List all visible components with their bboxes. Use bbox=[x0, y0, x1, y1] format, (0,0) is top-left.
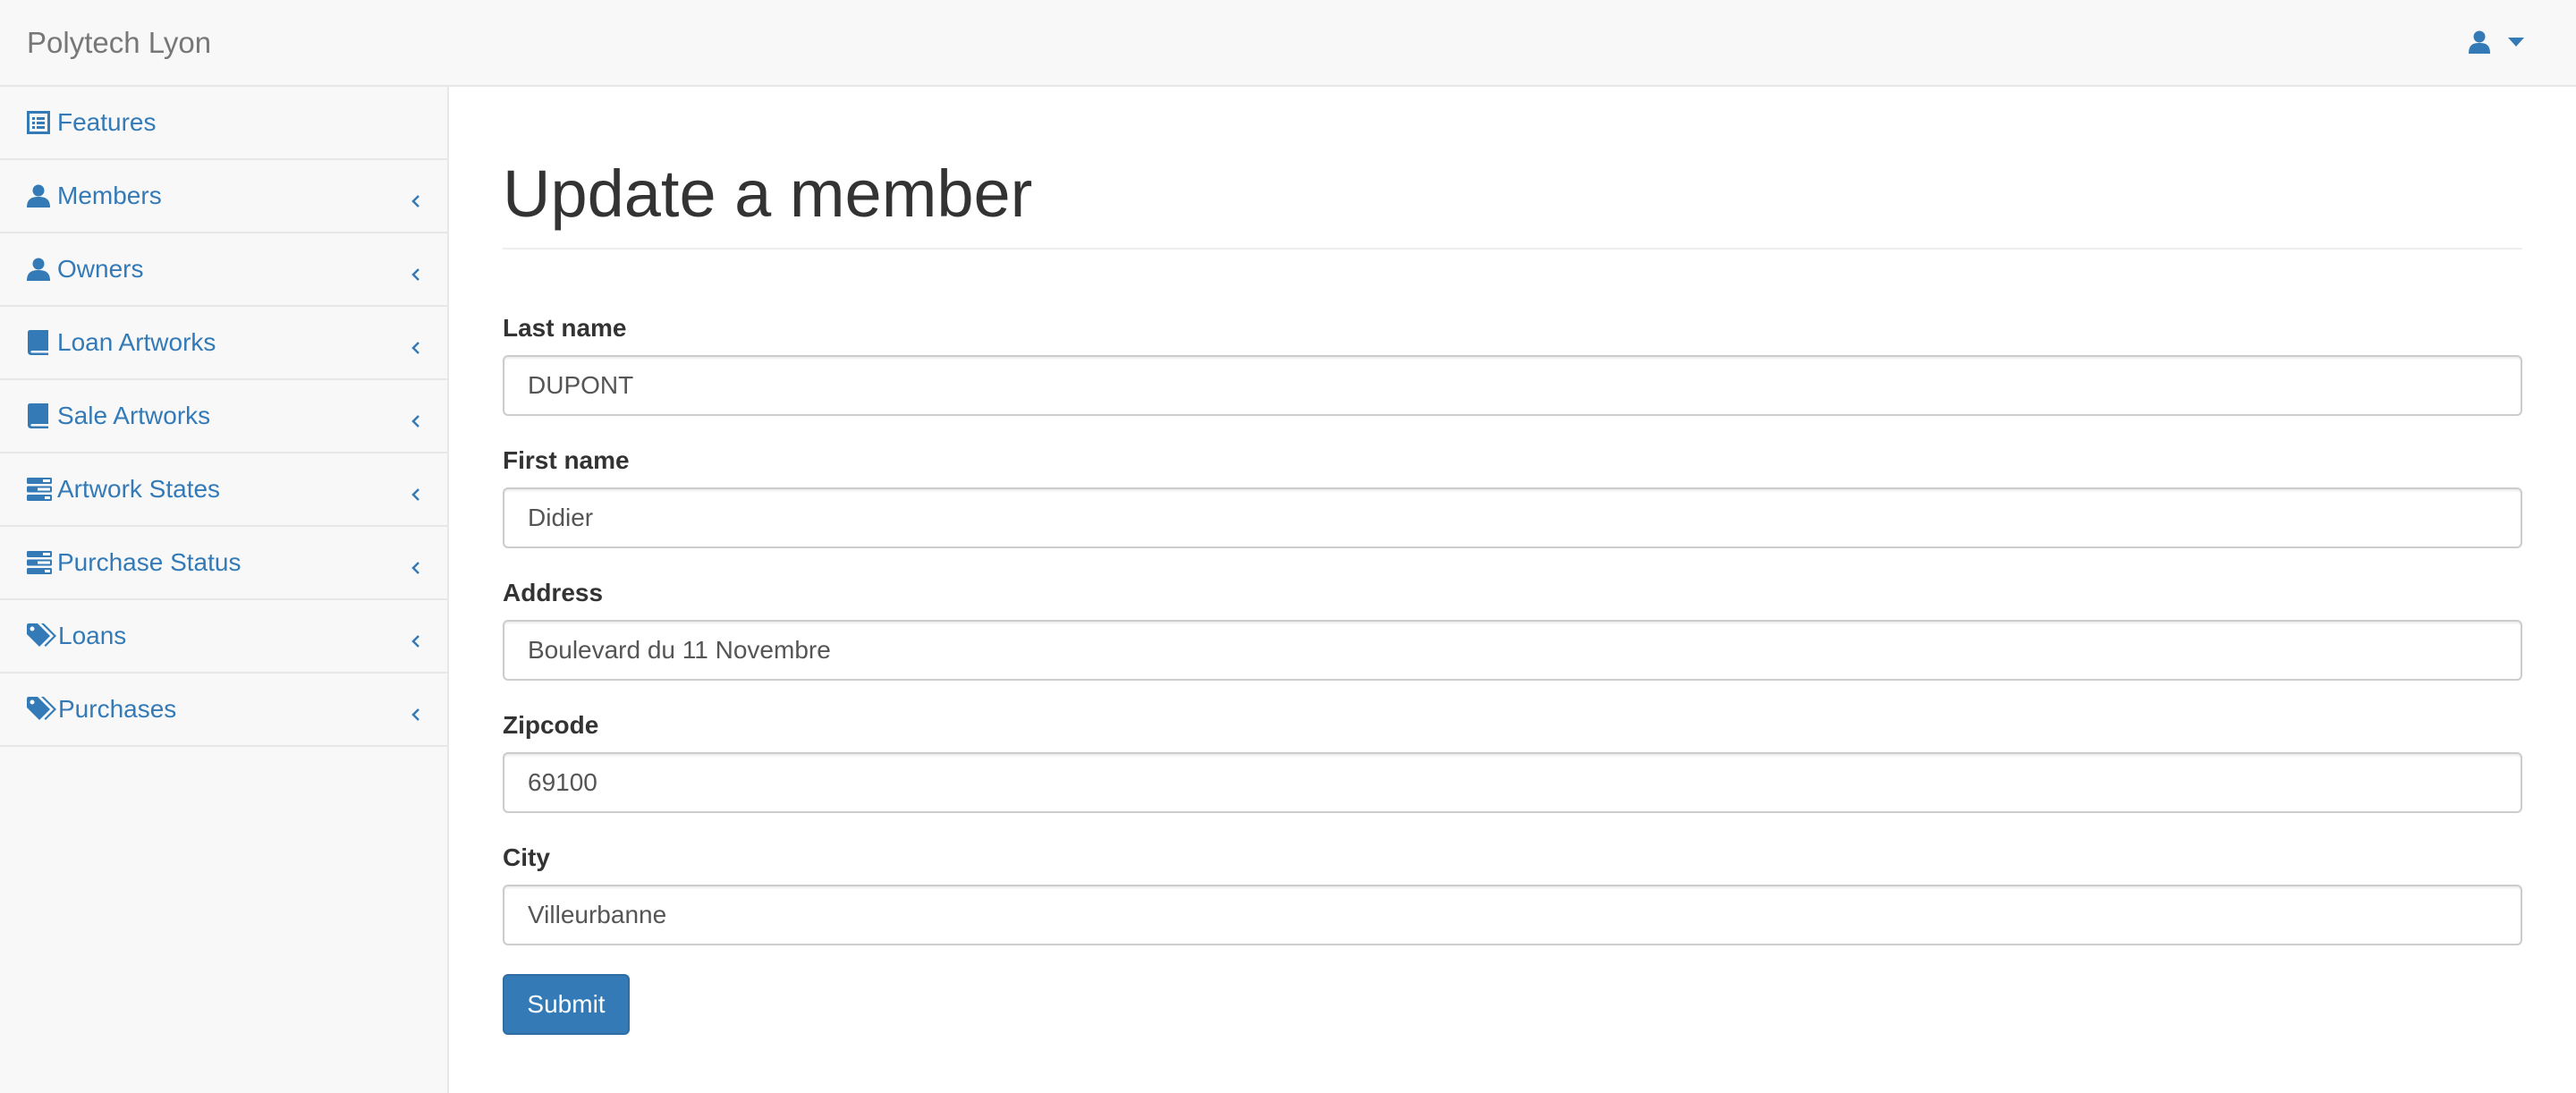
sidebar-item-label: Owners bbox=[57, 255, 144, 283]
sidebar-item-label: Purchase Status bbox=[57, 548, 242, 576]
submit-button[interactable]: Submit bbox=[503, 974, 630, 1036]
sidebar-item-label: Loans bbox=[58, 622, 127, 649]
user-menu-toggle[interactable] bbox=[2469, 28, 2524, 56]
tags-icon bbox=[27, 622, 58, 650]
address-field[interactable] bbox=[503, 620, 2522, 682]
sidebar-item-label: Purchases bbox=[58, 695, 177, 723]
chevron-left-icon bbox=[410, 699, 420, 728]
sidebar-item-label: Artwork States bbox=[57, 475, 221, 503]
member-form: Last name First name Address Zipcode Cit… bbox=[503, 314, 2522, 1036]
sidebar-item-loan-artworks[interactable]: Loan Artworks bbox=[0, 307, 447, 380]
sidebar-item-sale-artworks[interactable]: Sale Artworks bbox=[0, 380, 447, 453]
main-content: Update a member Last name First name Add… bbox=[503, 87, 2522, 1036]
city-field[interactable] bbox=[503, 885, 2522, 946]
sidebar-item-label: Features bbox=[57, 108, 157, 136]
sidebar-item-loans[interactable]: Loans bbox=[0, 600, 447, 674]
chevron-left-icon bbox=[410, 626, 420, 655]
tasks-icon bbox=[27, 548, 57, 577]
list-icon bbox=[27, 108, 57, 137]
sidebar-item-owners[interactable]: Owners bbox=[0, 233, 447, 307]
sidebar: Features Members Owners Loan Artworks Sa… bbox=[0, 87, 449, 1093]
first-name-field[interactable] bbox=[503, 487, 2522, 549]
book-icon bbox=[27, 402, 57, 430]
sidebar-item-purchase-status[interactable]: Purchase Status bbox=[0, 527, 447, 600]
sidebar-item-label: Loan Artworks bbox=[57, 328, 216, 356]
user-icon bbox=[27, 255, 57, 284]
sidebar-item-label: Sale Artworks bbox=[57, 402, 211, 429]
sidebar-item-members[interactable]: Members bbox=[0, 160, 447, 233]
caret-down-icon bbox=[2508, 38, 2524, 47]
sidebar-item-features[interactable]: Features bbox=[0, 87, 447, 160]
chevron-left-icon bbox=[410, 333, 420, 361]
chevron-left-icon bbox=[410, 406, 420, 435]
first-name-label: First name bbox=[503, 446, 630, 475]
user-icon bbox=[2469, 30, 2490, 54]
sidebar-item-artwork-states[interactable]: Artwork States bbox=[0, 453, 447, 527]
tasks-icon bbox=[27, 475, 57, 504]
tags-icon bbox=[27, 695, 58, 724]
zipcode-label: Zipcode bbox=[503, 711, 599, 740]
chevron-left-icon bbox=[410, 259, 420, 288]
sidebar-item-label: Members bbox=[57, 182, 162, 209]
last-name-label: Last name bbox=[503, 314, 627, 343]
book-icon bbox=[27, 328, 57, 357]
sidebar-item-purchases[interactable]: Purchases bbox=[0, 674, 447, 747]
chevron-left-icon bbox=[410, 186, 420, 215]
zipcode-field[interactable] bbox=[503, 752, 2522, 814]
last-name-field[interactable] bbox=[503, 355, 2522, 417]
address-label: Address bbox=[503, 579, 604, 607]
brand-link[interactable]: Polytech Lyon bbox=[27, 0, 211, 85]
user-icon bbox=[27, 182, 57, 210]
chevron-left-icon bbox=[410, 553, 420, 581]
city-label: City bbox=[503, 843, 550, 872]
page-title: Update a member bbox=[503, 157, 2522, 250]
chevron-left-icon bbox=[410, 479, 420, 508]
top-navbar: Polytech Lyon bbox=[0, 0, 2576, 87]
